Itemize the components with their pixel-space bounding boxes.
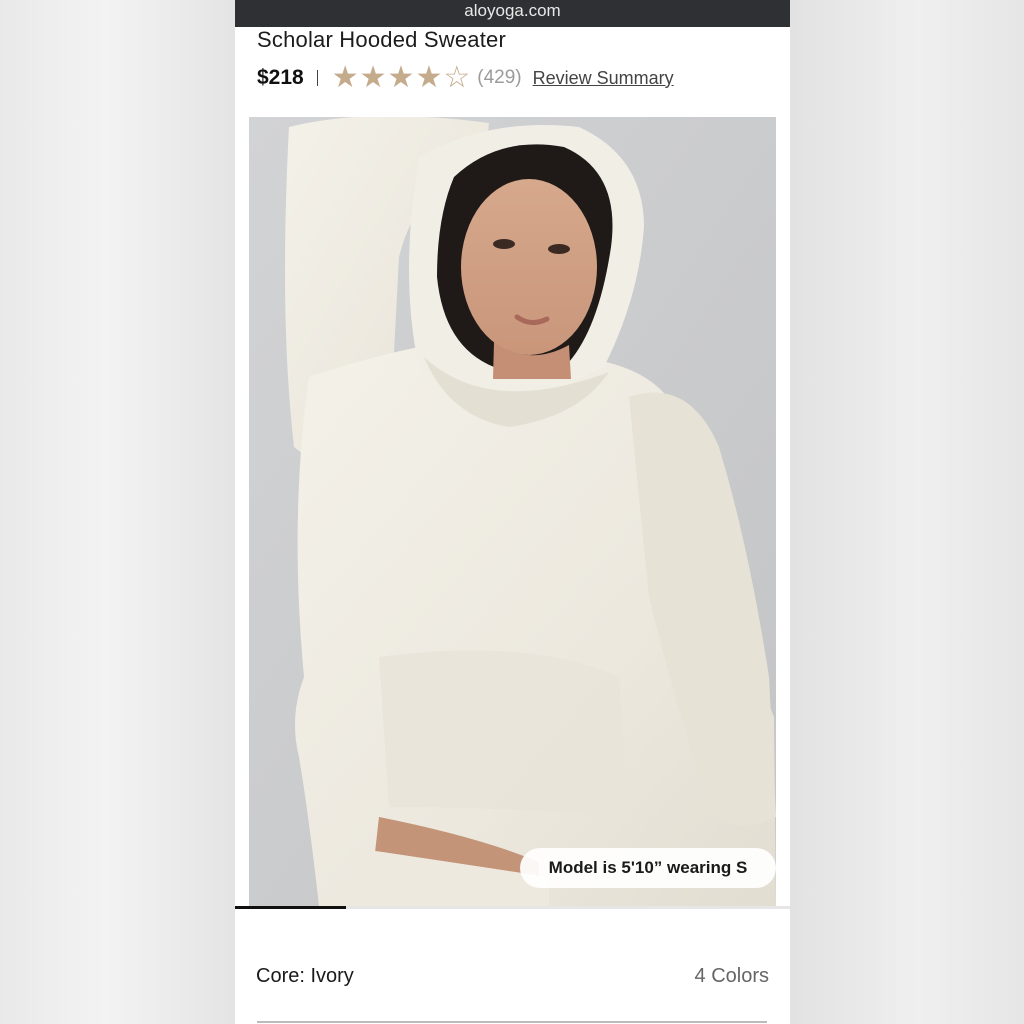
- star-empty-icon: ☆: [443, 61, 471, 94]
- divider: [316, 70, 318, 86]
- product-image[interactable]: Model is 5'10” wearing S: [249, 117, 776, 906]
- model-size-tag: Model is 5'10” wearing S: [520, 848, 776, 888]
- url-bar[interactable]: aloyoga.com: [235, 0, 790, 27]
- star-full-icon: ★: [331, 61, 359, 94]
- star-full-icon: ★: [387, 61, 415, 94]
- model-photo: [249, 117, 776, 906]
- mobile-screen: aloyoga.com Scholar Hooded Sweater $218 …: [235, 0, 790, 1024]
- background-right: [790, 0, 1024, 1024]
- url-text: aloyoga.com: [464, 1, 561, 20]
- selected-color-label: Core: Ivory: [256, 965, 354, 987]
- background-left: [0, 0, 235, 1024]
- gallery-progress-track: [235, 906, 790, 909]
- color-selector-row: Core: Ivory 4 Colors: [256, 965, 769, 988]
- divider-line: [257, 1021, 767, 1023]
- colors-count-link[interactable]: 4 Colors: [695, 965, 769, 988]
- review-summary-link[interactable]: Review Summary: [533, 68, 674, 89]
- gallery-progress-fill: [235, 906, 346, 909]
- star-full-icon: ★: [415, 61, 443, 94]
- star-full-icon: ★: [359, 61, 387, 94]
- product-title: Scholar Hooded Sweater: [257, 27, 506, 52]
- rating-stars[interactable]: ★ ★ ★ ★ ☆: [332, 63, 472, 93]
- price-rating-row: $218 ★ ★ ★ ★ ☆ (429) Review Summary: [257, 63, 674, 93]
- product-price: $218: [257, 66, 304, 89]
- review-count[interactable]: (429): [477, 67, 521, 89]
